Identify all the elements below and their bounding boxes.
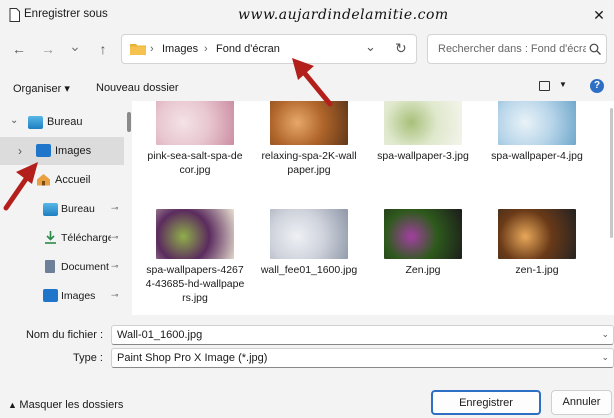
desktop-folder-icon [43, 203, 58, 216]
downloads-icon [45, 231, 56, 244]
sidebar-item-label: Bureau [47, 116, 83, 128]
file-list: pink-sea-salt-spa-decor.jpg relaxing-spa-… [132, 101, 614, 315]
sidebar-item-label: Bureau [61, 203, 95, 215]
sidebar-item-label: Document [61, 261, 109, 273]
sidebar-item-documents[interactable]: Document ⊸ [0, 254, 124, 280]
type-label: Type : [73, 352, 103, 364]
pin-icon: ⊸ [111, 290, 119, 300]
file-name: spa-wallpapers-42674-43685-hd-wallpapers… [145, 264, 245, 304]
breadcrumb-images[interactable]: Images [162, 43, 198, 55]
back-button[interactable]: ← [10, 40, 28, 58]
breadcrumb-separator: › [150, 43, 154, 55]
chevron-down-icon[interactable]: ⌄ [601, 352, 609, 363]
file-name: pink-sea-salt-spa-decor.jpg [147, 150, 243, 176]
organize-button[interactable]: Organiser ▾ [13, 82, 70, 95]
close-button[interactable]: ✕ [590, 6, 608, 24]
file-list-scrollbar[interactable] [610, 108, 613, 238]
hide-folders-button[interactable]: ▲ Masquer les dossiers [8, 399, 123, 411]
recent-locations-button[interactable]: ⌄ [66, 37, 84, 55]
help-button[interactable]: ? [590, 79, 604, 93]
pin-icon: ⊸ [111, 261, 119, 271]
watermark-text: www.aujardindelamitie.com [238, 7, 449, 23]
file-thumbnail [498, 209, 576, 259]
file-type-value: Paint Shop Pro X Image (*.jpg) [117, 352, 268, 364]
chevron-down-icon[interactable]: ⌄ [601, 329, 609, 340]
breadcrumb-separator: › [204, 43, 208, 55]
file-name: spa-wallpaper-4.jpg [491, 150, 583, 162]
folder-icon [130, 44, 146, 55]
document-icon [9, 8, 20, 22]
address-bar[interactable]: › Images › Fond d'écran ⌄ ↻ [121, 34, 417, 64]
view-dropdown-icon[interactable]: ▼ [559, 80, 567, 89]
sidebar-item-images-pinned[interactable]: Images ⊸ [0, 283, 124, 309]
file-name: spa-wallpaper-3.jpg [377, 150, 469, 162]
sidebar-item-label: Accueil [55, 174, 91, 186]
filename-label: Nom du fichier : [25, 329, 103, 341]
file-thumbnail [498, 101, 576, 145]
file-name: relaxing-spa-2K-wallpaper.jpg [261, 150, 357, 176]
sidebar-scrollbar[interactable] [127, 112, 131, 132]
cancel-button[interactable]: Annuler [551, 390, 612, 415]
breadcrumb-fond-ecran[interactable]: Fond d'écran [216, 43, 280, 55]
file-type-select[interactable]: Paint Shop Pro X Image (*.jpg) ⌄ [111, 348, 614, 368]
chevron-right-icon[interactable]: › [18, 144, 22, 158]
file-thumbnail [270, 209, 348, 259]
hide-folders-label: Masquer les dossiers [19, 399, 124, 411]
forward-button[interactable]: → [39, 40, 57, 58]
sidebar-item-label: Télécharge [61, 232, 111, 244]
chevron-down-icon[interactable]: ⌄ [10, 115, 18, 126]
file-thumbnail [384, 209, 462, 259]
pin-icon: ⊸ [111, 232, 119, 242]
new-folder-button[interactable]: Nouveau dossier [96, 82, 179, 94]
save-button[interactable]: Enregistrer [431, 390, 541, 415]
file-thumbnail [156, 101, 234, 145]
file-name: Zen.jpg [405, 264, 441, 276]
filename-input[interactable]: Wall-01_1600.jpg ⌄ [111, 325, 614, 345]
sidebar-item-label: Images [61, 290, 96, 302]
desktop-folder-icon [28, 116, 43, 129]
red-arrow-icon [292, 58, 333, 107]
pictures-folder-icon [36, 144, 51, 157]
file-name: wall_fee01_1600.jpg [260, 264, 358, 276]
file-thumbnail [156, 209, 234, 259]
sidebar-item-label: Images [55, 145, 92, 157]
documents-icon [45, 260, 55, 273]
view-options-icon[interactable] [539, 81, 550, 91]
file-name: zen-1.jpg [515, 264, 559, 276]
file-thumbnail [384, 101, 462, 145]
search-icon [589, 43, 601, 55]
chevron-down-icon[interactable]: ⌄ [365, 39, 376, 55]
refresh-icon[interactable]: ↻ [395, 40, 407, 57]
pictures-folder-icon [43, 289, 58, 302]
up-button[interactable]: ↑ [94, 40, 112, 58]
window-title: Enregistrer sous [24, 8, 108, 20]
sidebar-item-bureau[interactable]: ⌄ Bureau [0, 110, 124, 136]
filename-value: Wall-01_1600.jpg [117, 329, 203, 341]
search-input[interactable]: Rechercher dans : Fond d'écran [427, 34, 607, 64]
pin-icon: ⊸ [111, 203, 119, 213]
search-placeholder: Rechercher dans : Fond d'écran [438, 43, 586, 55]
sidebar-item-telechargements[interactable]: Télécharge ⊸ [0, 225, 124, 251]
red-arrow-icon [3, 162, 38, 211]
chevron-up-icon: ▲ [8, 400, 20, 410]
